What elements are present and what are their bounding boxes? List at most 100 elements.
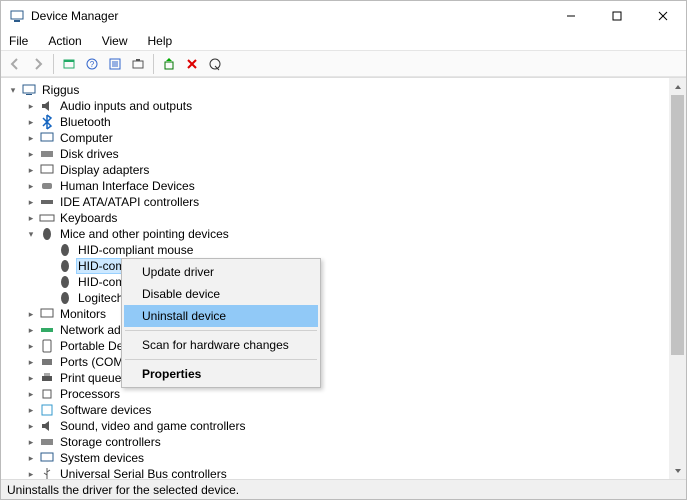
tree-root[interactable]: ▾ Riggus xyxy=(5,82,669,98)
tree-item-ide[interactable]: ▸IDE ATA/ATAPI controllers xyxy=(23,194,669,210)
menubar: File Action View Help xyxy=(1,31,686,51)
scroll-track[interactable] xyxy=(669,95,686,462)
network-icon xyxy=(39,322,55,338)
mouse-icon xyxy=(39,226,55,242)
keyboard-icon xyxy=(39,210,55,226)
computer-icon xyxy=(39,130,55,146)
tree-item-keyboards[interactable]: ▸Keyboards xyxy=(23,210,669,226)
portable-icon xyxy=(39,338,55,354)
chevron-right-icon[interactable]: ▸ xyxy=(25,420,37,432)
ctx-separator xyxy=(125,330,317,331)
tree-item-hid[interactable]: ▸Human Interface Devices xyxy=(23,178,669,194)
mouse-icon xyxy=(57,274,73,290)
close-button[interactable] xyxy=(640,1,686,31)
chevron-right-icon[interactable]: ▸ xyxy=(25,196,37,208)
chevron-right-icon[interactable]: ▸ xyxy=(25,436,37,448)
chevron-right-icon[interactable]: ▸ xyxy=(25,132,37,144)
tree-item-usb[interactable]: ▸Universal Serial Bus controllers xyxy=(23,466,669,479)
minimize-button[interactable] xyxy=(548,1,594,31)
forward-button[interactable] xyxy=(28,54,48,74)
tree-item-ports[interactable]: ▸Ports (COM & xyxy=(23,354,669,370)
storage-icon xyxy=(39,434,55,450)
device-tree[interactable]: ▾ Riggus ▸Audio inputs and outputs ▸Blue… xyxy=(1,78,669,479)
back-button[interactable] xyxy=(5,54,25,74)
tree-item-monitors[interactable]: ▸Monitors xyxy=(23,306,669,322)
context-menu: Update driver Disable device Uninstall d… xyxy=(121,258,321,388)
cpu-icon xyxy=(39,386,55,402)
menu-help[interactable]: Help xyxy=(144,32,177,50)
bluetooth-icon xyxy=(39,114,55,130)
tree-item-bluetooth[interactable]: ▸Bluetooth xyxy=(23,114,669,130)
chevron-right-icon[interactable]: ▸ xyxy=(25,452,37,464)
chevron-right-icon[interactable]: ▸ xyxy=(25,164,37,176)
content-area: ▾ Riggus ▸Audio inputs and outputs ▸Blue… xyxy=(1,77,686,479)
update-driver-button[interactable] xyxy=(159,54,179,74)
scroll-down-button[interactable] xyxy=(669,462,686,479)
disk-icon xyxy=(39,146,55,162)
properties-button[interactable] xyxy=(105,54,125,74)
window-title: Device Manager xyxy=(31,9,118,23)
svg-text:?: ? xyxy=(90,60,95,69)
tree-item-sound[interactable]: ▸Sound, video and game controllers xyxy=(23,418,669,434)
show-hidden-button[interactable] xyxy=(59,54,79,74)
ctx-update-driver[interactable]: Update driver xyxy=(124,261,318,283)
chevron-right-icon[interactable]: ▸ xyxy=(25,404,37,416)
vertical-scrollbar[interactable] xyxy=(669,78,686,479)
ctx-scan-hardware[interactable]: Scan for hardware changes xyxy=(124,334,318,356)
tree-item-system[interactable]: ▸System devices xyxy=(23,450,669,466)
monitor-icon xyxy=(39,306,55,322)
chevron-right-icon[interactable]: ▸ xyxy=(25,388,37,400)
menu-action[interactable]: Action xyxy=(44,32,85,50)
tree-item-software[interactable]: ▸Software devices xyxy=(23,402,669,418)
scroll-thumb[interactable] xyxy=(671,95,684,355)
app-icon xyxy=(9,8,25,24)
chevron-right-icon[interactable]: ▸ xyxy=(25,116,37,128)
ctx-properties[interactable]: Properties xyxy=(124,363,318,385)
tree-item-storage[interactable]: ▸Storage controllers xyxy=(23,434,669,450)
scroll-up-button[interactable] xyxy=(669,78,686,95)
maximize-button[interactable] xyxy=(594,1,640,31)
chevron-right-icon[interactable]: ▸ xyxy=(25,372,37,384)
tree-item-mouse-child[interactable]: HID-compliant mouse xyxy=(41,242,669,258)
uninstall-button[interactable] xyxy=(182,54,202,74)
ctx-disable-device[interactable]: Disable device xyxy=(124,283,318,305)
chevron-right-icon[interactable]: ▸ xyxy=(25,356,37,368)
chevron-right-icon[interactable]: ▸ xyxy=(25,212,37,224)
chevron-down-icon[interactable]: ▾ xyxy=(7,84,19,96)
menu-view[interactable]: View xyxy=(98,32,132,50)
toolbar: ? xyxy=(1,51,686,77)
chevron-right-icon[interactable]: ▸ xyxy=(25,180,37,192)
ctx-uninstall-device[interactable]: Uninstall device xyxy=(124,305,318,327)
tree-item-computer[interactable]: ▸Computer xyxy=(23,130,669,146)
sound-icon xyxy=(39,418,55,434)
disable-button[interactable] xyxy=(205,54,225,74)
chevron-right-icon[interactable]: ▸ xyxy=(25,308,37,320)
tree-item-audio[interactable]: ▸Audio inputs and outputs xyxy=(23,98,669,114)
chevron-right-icon[interactable]: ▸ xyxy=(25,100,37,112)
display-icon xyxy=(39,162,55,178)
tree-item-disk[interactable]: ▸Disk drives xyxy=(23,146,669,162)
device-manager-window: Device Manager File Action View Help ? xyxy=(0,0,687,500)
tree-item-network[interactable]: ▸Network ada xyxy=(23,322,669,338)
help-button[interactable]: ? xyxy=(82,54,102,74)
ide-icon xyxy=(39,194,55,210)
tree-item-mice[interactable]: ▾Mice and other pointing devices xyxy=(23,226,669,242)
tree-item-display[interactable]: ▸Display adapters xyxy=(23,162,669,178)
tree-item-processors[interactable]: ▸Processors xyxy=(23,386,669,402)
chevron-right-icon[interactable]: ▸ xyxy=(25,148,37,160)
mouse-icon xyxy=(57,258,73,274)
system-icon xyxy=(39,450,55,466)
audio-icon xyxy=(39,98,55,114)
tree-item-printq[interactable]: ▸Print queues xyxy=(23,370,669,386)
status-text: Uninstalls the driver for the selected d… xyxy=(7,483,239,497)
tree-item-portable[interactable]: ▸Portable Dev xyxy=(23,338,669,354)
chevron-right-icon[interactable]: ▸ xyxy=(25,340,37,352)
tree-root-label: Riggus xyxy=(41,83,80,97)
chevron-right-icon[interactable]: ▸ xyxy=(25,468,37,479)
computer-icon xyxy=(21,82,37,98)
chevron-right-icon[interactable]: ▸ xyxy=(25,324,37,336)
scan-button[interactable] xyxy=(128,54,148,74)
chevron-down-icon[interactable]: ▾ xyxy=(25,228,37,240)
titlebar: Device Manager xyxy=(1,1,686,31)
menu-file[interactable]: File xyxy=(5,32,32,50)
